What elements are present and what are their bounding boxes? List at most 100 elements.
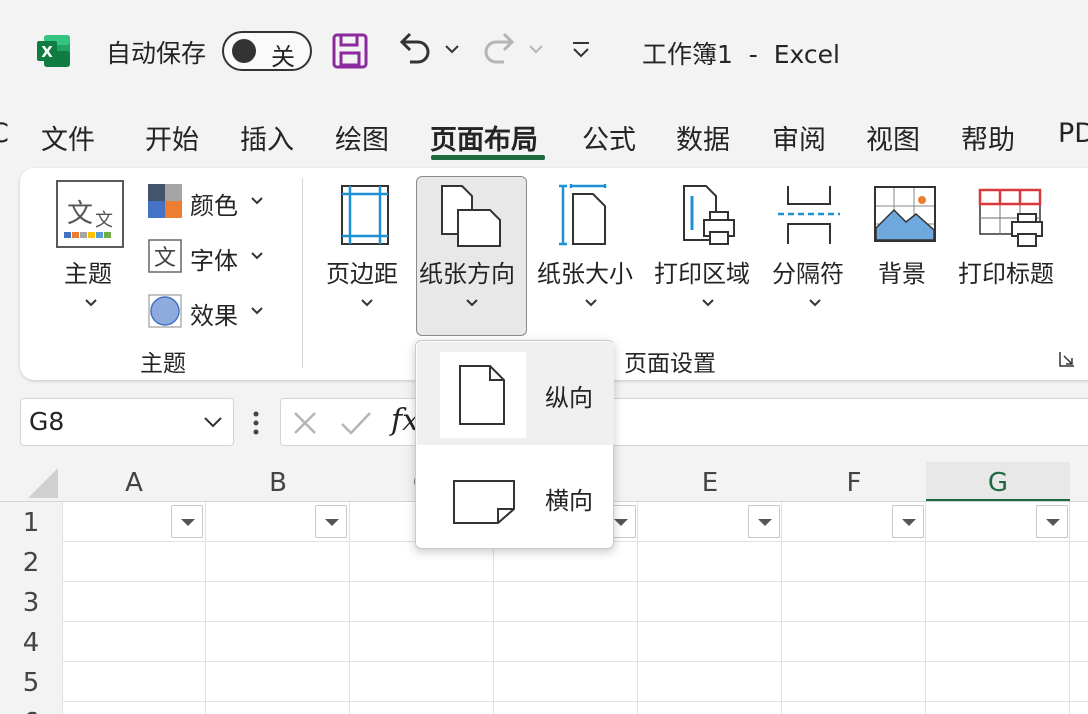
grid-line xyxy=(1069,502,1070,714)
column-header-b[interactable]: B xyxy=(206,462,350,502)
landscape-label: 横向 xyxy=(545,487,593,515)
active-tab-indicator xyxy=(431,155,545,160)
tab-insert[interactable]: 插入 xyxy=(240,118,294,157)
print-titles-icon xyxy=(978,188,1043,247)
colors-label: 颜色 xyxy=(190,192,238,220)
menu-item-landscape[interactable]: 横向 xyxy=(417,445,614,548)
column-header-h-partial[interactable] xyxy=(1070,462,1088,502)
tab-pdf-partial[interactable]: PD xyxy=(1058,118,1088,149)
row-header-label: 4 xyxy=(22,628,40,658)
tab-data[interactable]: 数据 xyxy=(676,118,730,157)
dialog-launcher-icon[interactable] xyxy=(1058,350,1076,368)
grid-line xyxy=(62,621,1088,622)
tab-file[interactable]: 文件 xyxy=(41,118,95,157)
tab-help[interactable]: 帮助 xyxy=(961,118,1015,157)
fonts-button[interactable]: 文 字体 xyxy=(146,237,276,277)
tab-home[interactable]: 开始 xyxy=(145,118,199,157)
effects-button[interactable]: 效果 xyxy=(146,292,276,332)
save-icon[interactable] xyxy=(332,32,368,70)
svg-text:文: 文 xyxy=(154,246,176,271)
themes-button[interactable]: 文 文 主题 xyxy=(52,180,130,330)
breaks-button[interactable]: 分隔符 xyxy=(772,180,852,330)
column-header-f[interactable]: F xyxy=(782,462,926,502)
size-button[interactable]: 纸张大小 xyxy=(537,180,641,330)
fonts-icon: 文 xyxy=(148,239,182,273)
page-setup-group-label: 页面设置 xyxy=(624,351,716,377)
print-area-icon xyxy=(683,185,735,245)
filter-dropdown-button[interactable] xyxy=(892,505,924,538)
orientation-label: 纸张方向 xyxy=(419,260,515,288)
formula-bar[interactable]: fx xyxy=(280,398,1088,446)
row-header-label: 1 xyxy=(22,508,40,538)
column-header-a[interactable]: A xyxy=(62,462,206,502)
print-titles-label: 打印标题 xyxy=(958,260,1054,288)
grid-line xyxy=(62,661,1088,662)
group-separator xyxy=(302,178,303,368)
select-all-corner[interactable] xyxy=(0,462,62,502)
print-area-button[interactable]: 打印区域 xyxy=(654,180,758,330)
grid-line xyxy=(62,701,1088,702)
filter-dropdown-button[interactable] xyxy=(748,505,780,538)
orientation-button[interactable]: 纸张方向 xyxy=(416,180,527,330)
tab-partial-left[interactable]: C xyxy=(0,118,9,149)
undo-icon[interactable] xyxy=(394,30,434,70)
column-header-label: E xyxy=(701,468,719,498)
title-bar: X 自动保存 关 工作簿1 - Excel xyxy=(0,0,1088,100)
column-header-g[interactable]: G xyxy=(926,462,1070,502)
row-header-2[interactable]: 2 xyxy=(0,542,62,582)
autosave-toggle[interactable]: 关 xyxy=(222,31,312,71)
column-header-label: G xyxy=(987,468,1009,498)
tab-view[interactable]: 视图 xyxy=(866,118,920,157)
column-header-e[interactable]: E xyxy=(638,462,782,502)
background-button[interactable]: 背景 xyxy=(870,180,940,330)
effects-label: 效果 xyxy=(190,302,238,330)
margins-label: 页边距 xyxy=(326,260,398,288)
cancel-icon[interactable] xyxy=(291,409,319,437)
row-header-label: 3 xyxy=(22,588,40,618)
svg-text:文: 文 xyxy=(95,210,113,231)
row-header-1[interactable]: 1 xyxy=(0,502,62,542)
row-header-3[interactable]: 3 xyxy=(0,582,62,622)
print-area-label: 打印区域 xyxy=(654,260,750,288)
chevron-down-icon xyxy=(361,299,373,307)
themes-label: 主题 xyxy=(64,260,112,288)
chevron-down-icon xyxy=(809,299,821,307)
document-title: 工作簿1 - Excel xyxy=(642,40,840,69)
paper-size-icon xyxy=(559,184,607,246)
row-header-4[interactable]: 4 xyxy=(0,622,62,662)
row-header-5[interactable]: 5 xyxy=(0,662,62,702)
print-titles-button[interactable]: 打印标题 xyxy=(958,180,1062,330)
menu-item-portrait[interactable]: 纵向 xyxy=(417,342,614,445)
autosave-state: 关 xyxy=(271,43,295,71)
chevron-down-icon xyxy=(585,299,597,307)
portrait-thumb xyxy=(440,352,526,438)
background-label: 背景 xyxy=(878,260,926,288)
filter-dropdown-button[interactable] xyxy=(1036,505,1068,538)
redo-icon[interactable] xyxy=(480,30,520,70)
row-header-label: 2 xyxy=(22,548,40,578)
excel-logo-icon[interactable]: X xyxy=(36,33,72,69)
redo-dropdown-chevron-icon[interactable] xyxy=(528,42,544,56)
margins-button[interactable]: 页边距 xyxy=(326,180,406,330)
chevron-down-icon[interactable] xyxy=(203,415,223,429)
landscape-page-icon xyxy=(453,480,515,524)
customize-qat-icon[interactable] xyxy=(570,40,592,60)
more-options-icon[interactable] xyxy=(250,408,262,438)
toggle-knob xyxy=(232,39,256,63)
chevron-down-icon xyxy=(85,299,97,307)
filter-dropdown-button[interactable] xyxy=(315,505,347,538)
colors-button[interactable]: 颜色 xyxy=(146,182,276,222)
name-box[interactable]: G8 xyxy=(20,398,234,446)
tab-review[interactable]: 审阅 xyxy=(772,118,826,157)
enter-icon[interactable] xyxy=(339,409,373,437)
margins-icon xyxy=(341,185,389,245)
portrait-page-icon xyxy=(459,365,505,425)
filter-dropdown-button[interactable] xyxy=(171,505,203,538)
tab-page-layout[interactable]: 页面布局 xyxy=(430,118,538,157)
breaks-label: 分隔符 xyxy=(772,260,844,288)
fonts-label: 字体 xyxy=(190,247,238,275)
undo-dropdown-chevron-icon[interactable] xyxy=(444,42,460,56)
tab-draw[interactable]: 绘图 xyxy=(335,118,389,157)
tab-formulas[interactable]: 公式 xyxy=(582,118,636,157)
row-header-6[interactable]: 6 xyxy=(0,702,62,714)
